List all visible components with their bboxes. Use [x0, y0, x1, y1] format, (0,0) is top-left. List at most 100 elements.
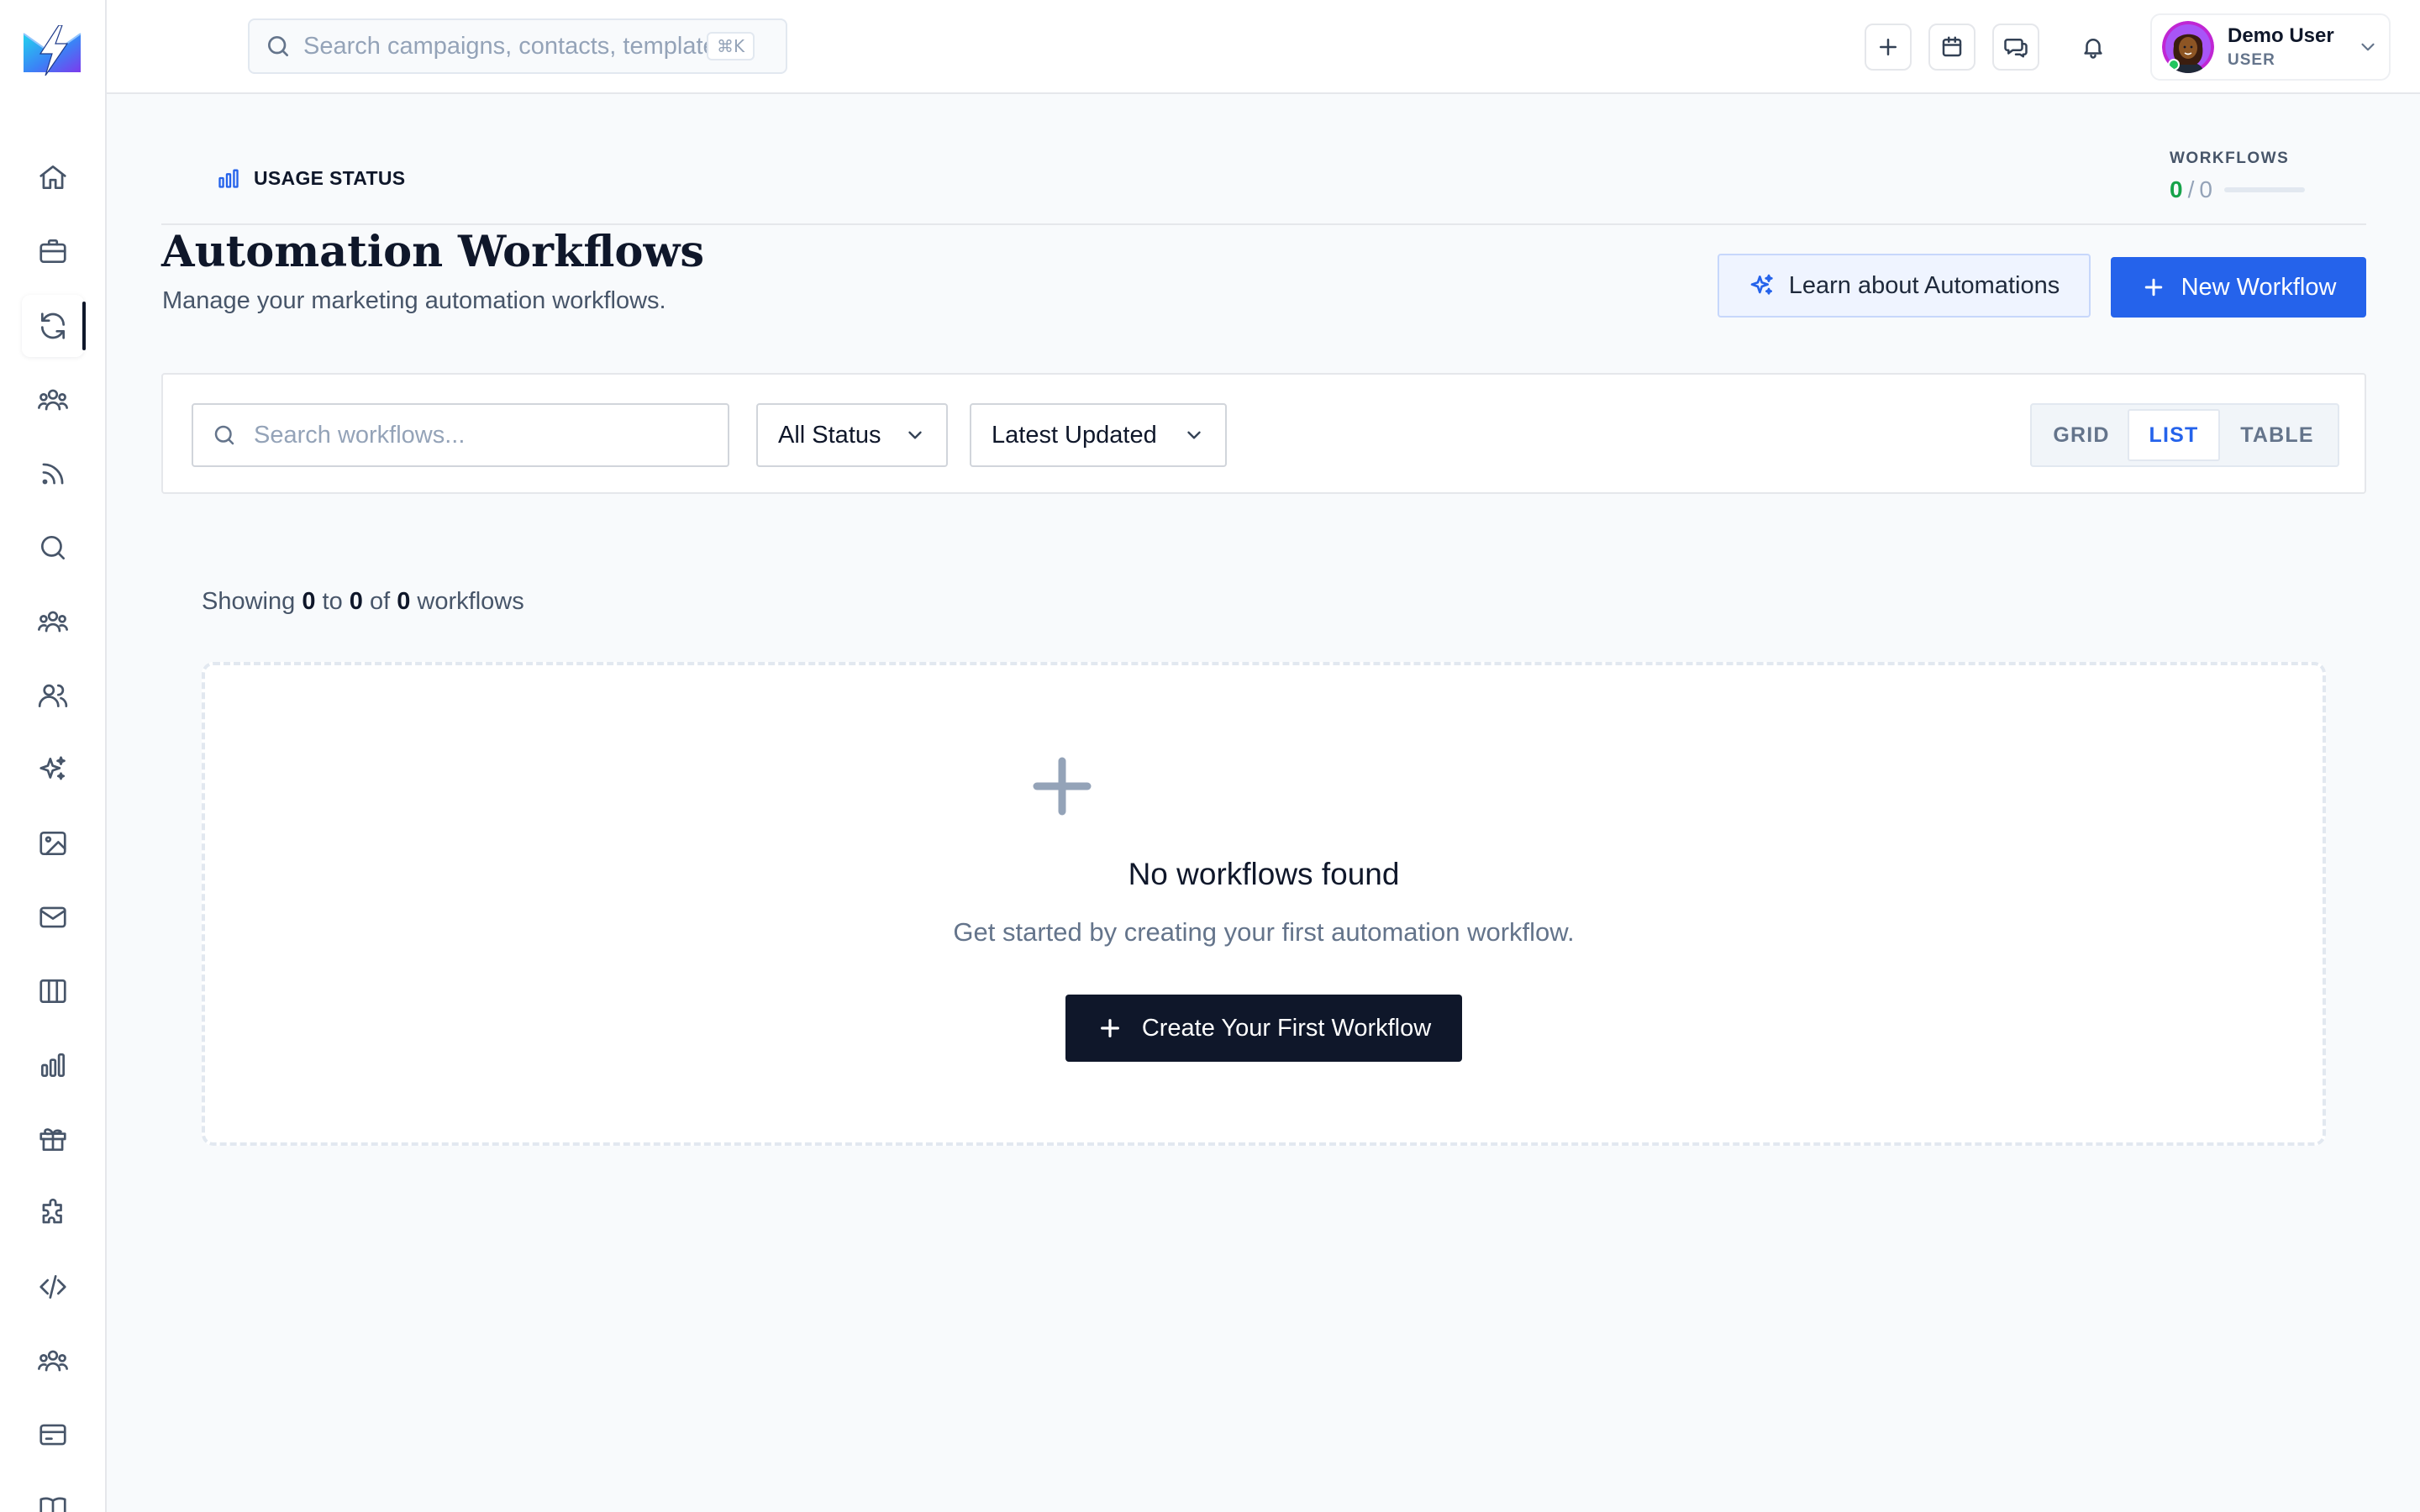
new-workflow-label: New Workflow	[2181, 273, 2337, 301]
sidebar-item-contacts[interactable]	[22, 664, 84, 727]
user-role: USER	[2228, 51, 2275, 69]
learn-about-automations-button[interactable]: Learn about Automations	[1718, 254, 2091, 318]
view-grid-button[interactable]: GRID	[2035, 409, 2128, 461]
sidebar-item-search[interactable]	[22, 517, 84, 579]
sort-select[interactable]: Latest Updated	[970, 403, 1227, 467]
global-search[interactable]: ⌘K	[248, 18, 787, 74]
home-icon	[39, 165, 66, 190]
sidebar-item-campaigns[interactable]	[22, 220, 84, 282]
users-group-icon	[38, 1350, 68, 1372]
user-name: Demo User	[2228, 24, 2334, 47]
create-first-workflow-button[interactable]: Create Your First Workflow	[1065, 995, 1462, 1062]
sidebar-item-templates[interactable]	[22, 960, 84, 1022]
empty-state-title: No workflows found	[1128, 857, 1400, 891]
workflow-search[interactable]	[192, 403, 729, 467]
sidebar-item-audiences[interactable]	[22, 369, 84, 431]
empty-state	[202, 662, 2326, 1146]
sidebar-item-automations[interactable]	[22, 295, 86, 357]
page-subtitle: Manage your marketing automation workflo…	[162, 287, 666, 314]
results-showing-prefix: Showing	[202, 588, 296, 615]
sidebar-item-billing[interactable]	[22, 1404, 84, 1466]
workflows-usage-separator: /	[2187, 176, 2195, 202]
workflows-usage-bar	[2223, 187, 2305, 192]
sidebar-item-docs[interactable]	[22, 1478, 84, 1512]
workflows-usage-label: WORKFLOWS	[2170, 150, 2290, 167]
learn-about-automations-label: Learn about Automations	[1788, 271, 2060, 299]
sidebar-item-dashboard[interactable]	[22, 146, 84, 208]
chat-icon	[2004, 39, 2028, 58]
bar-chart-icon	[218, 169, 239, 188]
sort-value: Latest Updated	[992, 421, 1157, 449]
sparkles-icon	[39, 756, 66, 780]
sidebar-item-developer[interactable]	[22, 1256, 84, 1318]
briefcase-icon	[39, 239, 66, 264]
search-icon	[40, 535, 66, 560]
results-to-word: to	[322, 588, 343, 615]
users-group-icon	[38, 611, 68, 633]
empty-state-description: Get started by creating your first autom…	[953, 917, 1575, 947]
search-icon	[268, 36, 288, 56]
results-total: 0	[397, 588, 411, 615]
notifications-button[interactable]	[2070, 24, 2117, 71]
sidebar-item-integrations[interactable]	[22, 1182, 84, 1244]
workflow-search-input[interactable]	[254, 421, 691, 449]
plus-icon	[2144, 278, 2162, 297]
app-logo[interactable]	[22, 25, 82, 76]
new-workflow-button[interactable]: New Workflow	[2111, 257, 2366, 318]
results-to: 0	[349, 588, 363, 615]
chevron-down-icon	[908, 431, 922, 439]
plus-icon	[1880, 39, 1897, 55]
global-search-input[interactable]	[303, 32, 707, 60]
search-shortcut-hint: ⌘K	[707, 32, 755, 60]
results-suffix: workflows	[417, 588, 524, 615]
sidebar	[0, 0, 107, 1512]
sidebar-item-team[interactable]	[22, 1330, 84, 1392]
usage-status-label: USAGE STATUS	[254, 166, 406, 189]
usage-status[interactable]: USAGE STATUS	[217, 166, 405, 190]
messages-button[interactable]	[1992, 24, 2039, 71]
workflows-usage-meter: WORKFLOWS 0 / 0	[2170, 150, 2305, 203]
gift-icon	[39, 1128, 66, 1152]
results-summary: Showing 0 to 0 of 0 workflows	[202, 588, 524, 616]
sidebar-item-rewards[interactable]	[22, 1108, 84, 1170]
workflows-limit-count: 0	[2199, 176, 2212, 202]
code-icon	[39, 1274, 66, 1299]
refresh-icon	[40, 312, 66, 339]
bar-chart-icon	[40, 1053, 66, 1078]
mail-icon	[39, 906, 66, 928]
results-of-word: of	[369, 588, 391, 615]
divider	[161, 223, 2366, 225]
users-group-icon	[38, 389, 68, 411]
calendar-button[interactable]	[1928, 24, 1975, 71]
sidebar-item-feeds[interactable]	[22, 443, 84, 505]
create-first-workflow-label: Create Your First Workflow	[1141, 1014, 1432, 1042]
plus-icon	[1100, 1019, 1119, 1037]
topbar: ⌘K Demo User USER	[107, 0, 2420, 94]
puzzle-icon	[42, 1198, 62, 1224]
empty-state-plus-icon	[1032, 756, 1092, 816]
credit-card-icon	[39, 1424, 66, 1446]
view-table-button[interactable]: TABLE	[2220, 409, 2334, 461]
rss-icon	[42, 463, 64, 485]
user-menu-button[interactable]: Demo User USER	[2150, 13, 2391, 81]
sidebar-item-ai-tools[interactable]	[22, 738, 84, 801]
search-icon	[214, 425, 234, 445]
image-icon	[39, 831, 66, 856]
users-icon	[38, 684, 68, 708]
quick-create-button[interactable]	[1865, 24, 1912, 71]
sparkles-icon	[1750, 274, 1773, 295]
view-list-button[interactable]: LIST	[2128, 409, 2220, 461]
sidebar-item-emails[interactable]	[22, 886, 84, 948]
sidebar-item-media[interactable]	[22, 812, 84, 874]
avatar	[2162, 21, 2214, 73]
columns-icon	[39, 979, 66, 1004]
bell-icon	[2084, 39, 2102, 59]
page-title: Automation Workflows	[161, 227, 705, 277]
book-icon	[39, 1497, 66, 1512]
status-filter-value: All Status	[778, 421, 881, 449]
sidebar-item-segments[interactable]	[22, 591, 84, 653]
calendar-icon	[1942, 36, 1962, 57]
view-mode-toggle: GRID LIST TABLE	[2030, 403, 2339, 467]
status-filter-select[interactable]: All Status	[756, 403, 948, 467]
sidebar-item-analytics[interactable]	[22, 1034, 84, 1096]
